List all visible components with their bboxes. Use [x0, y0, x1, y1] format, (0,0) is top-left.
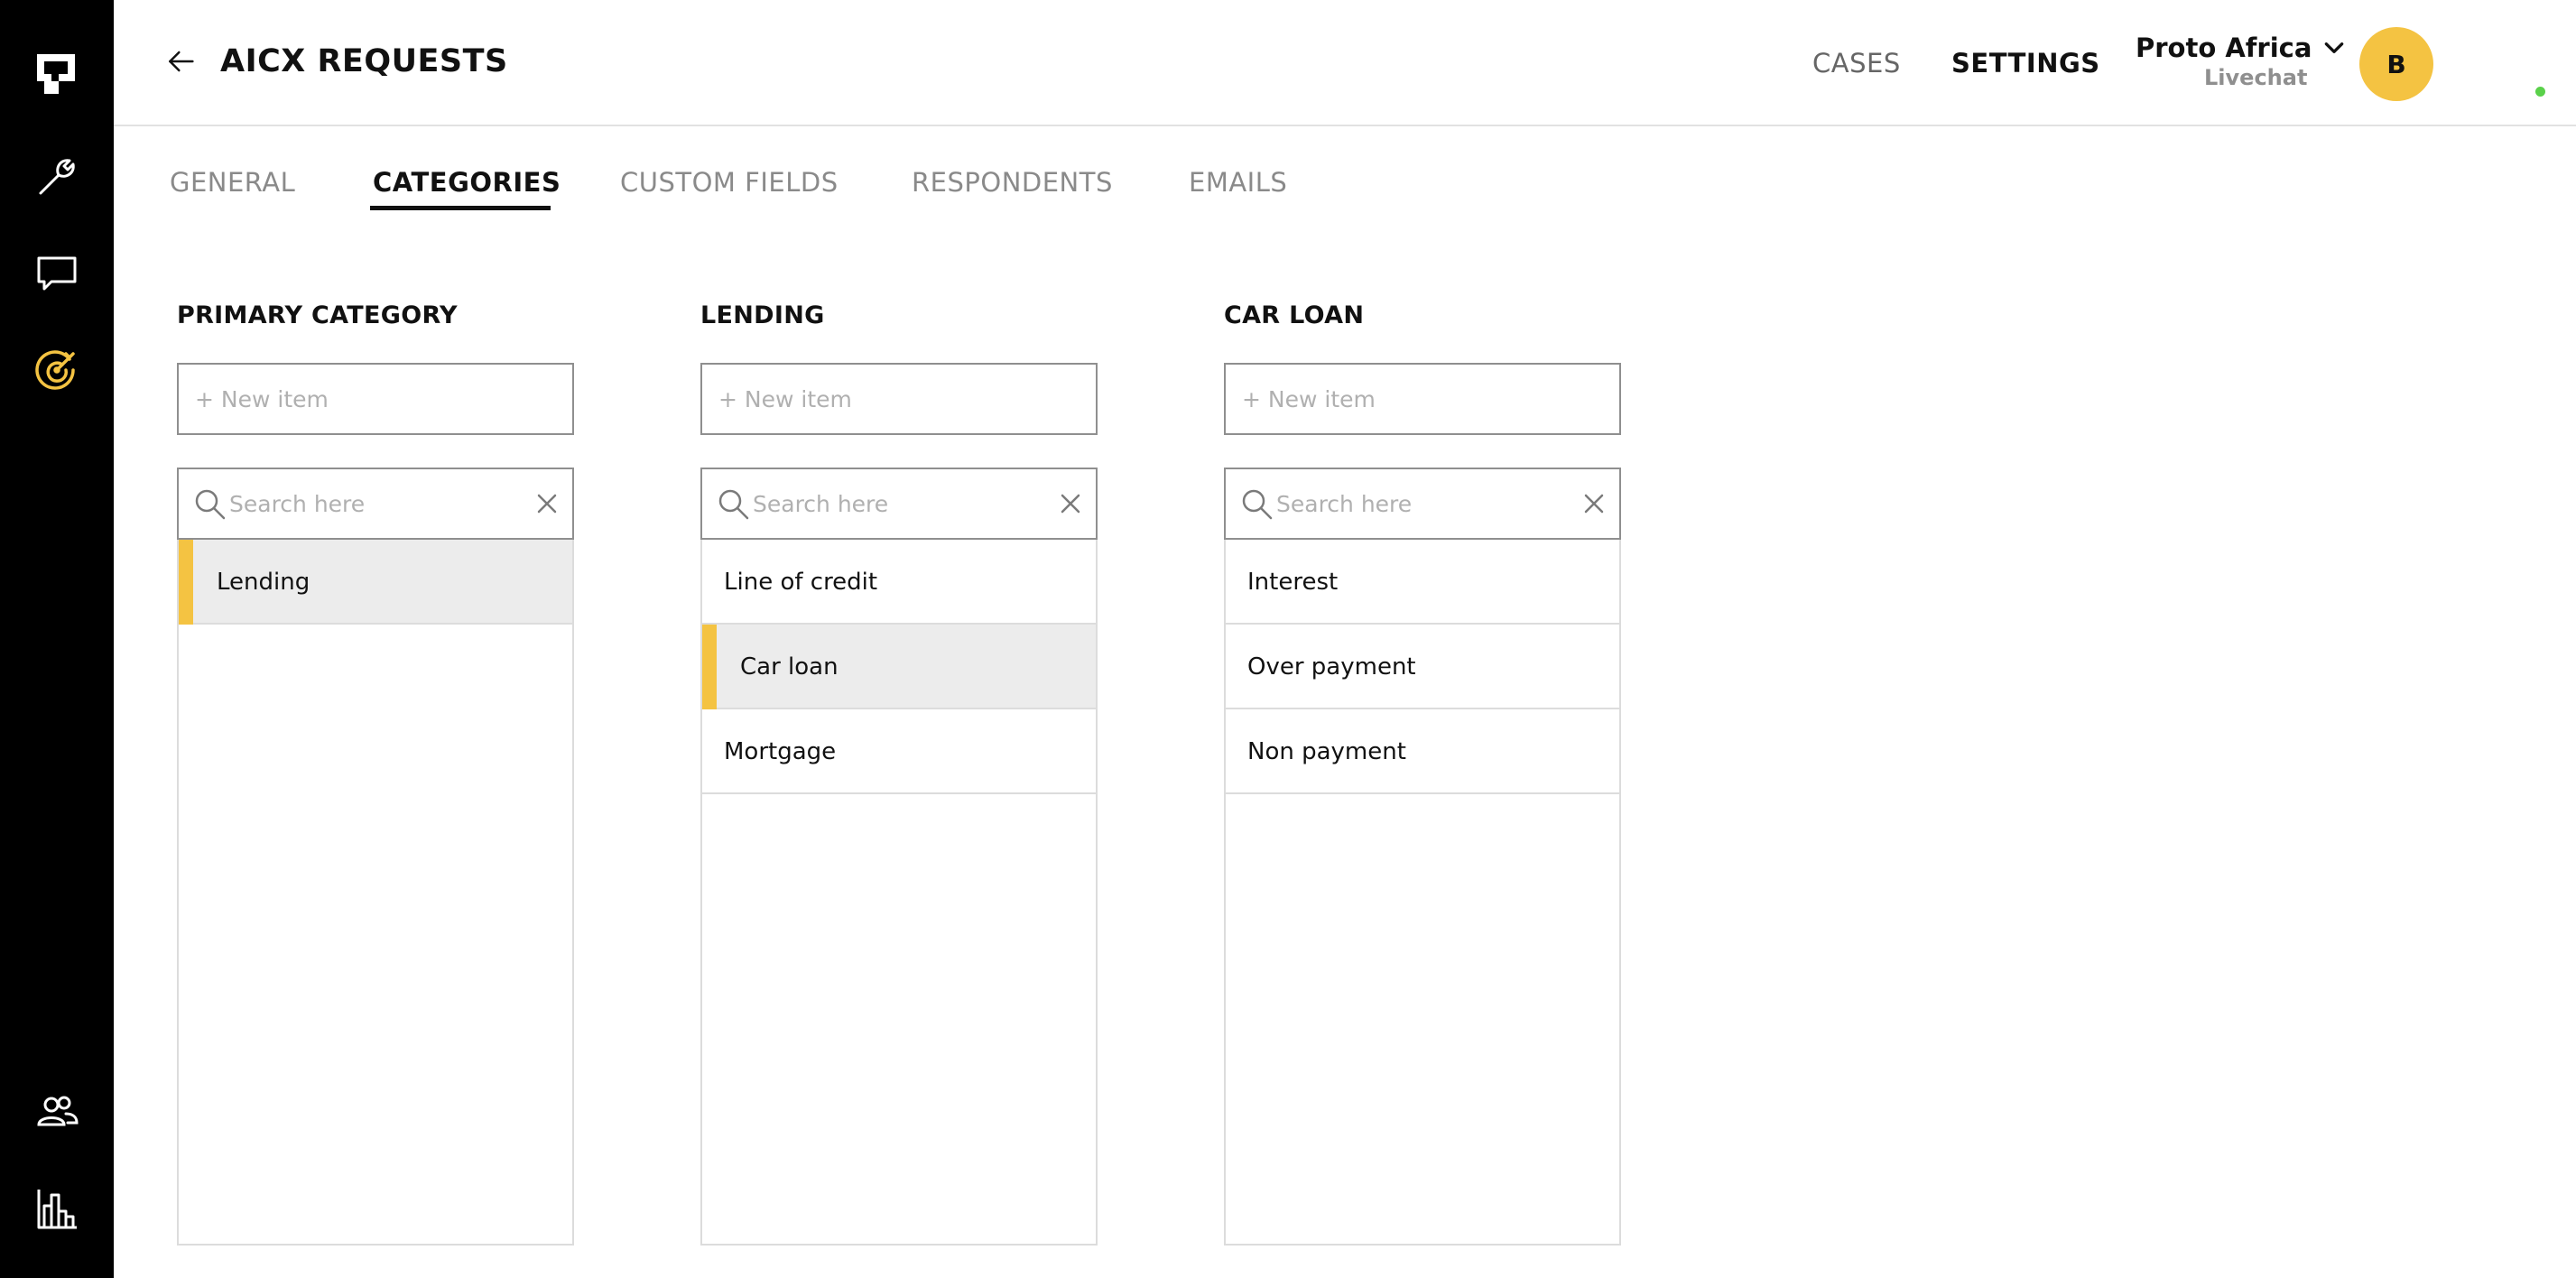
close-icon[interactable]: [533, 489, 561, 518]
column-title: LENDING: [700, 301, 825, 329]
list-item[interactable]: Car loan: [702, 625, 1096, 709]
close-icon[interactable]: [1580, 489, 1608, 518]
left-rail: [0, 0, 114, 1278]
category-column-car-loan: CAR LOAN Interest Over payment Non payme…: [1224, 301, 1621, 1246]
tab-emails[interactable]: EMAILS: [1189, 166, 1287, 199]
close-icon[interactable]: [1056, 489, 1085, 518]
wrench-icon[interactable]: [30, 150, 84, 204]
category-column-primary: PRIMARY CATEGORY Lending: [177, 301, 574, 1246]
search-icon: [718, 489, 749, 520]
list-item[interactable]: Line of credit: [702, 540, 1096, 625]
category-list: Line of credit Car loan Mortgage: [700, 468, 1098, 1246]
new-item-input[interactable]: [177, 363, 574, 435]
column-title: PRIMARY CATEGORY: [177, 301, 458, 329]
nav-settings[interactable]: SETTINGS: [1951, 47, 2100, 79]
search-icon: [195, 489, 226, 520]
new-item-input[interactable]: [1224, 363, 1621, 435]
account-subtitle: Livechat: [2204, 65, 2308, 90]
search-field: [1224, 468, 1621, 540]
list-item[interactable]: Interest: [1226, 540, 1619, 625]
new-item-input[interactable]: [700, 363, 1098, 435]
online-status-dot: [2533, 84, 2548, 99]
account-name: Proto Africa: [2136, 32, 2312, 63]
category-list: Lending: [177, 468, 574, 1246]
chat-bubble-icon[interactable]: [30, 247, 84, 301]
search-icon: [1242, 489, 1273, 520]
list-item[interactable]: Mortgage: [702, 709, 1096, 794]
category-list: Interest Over payment Non payment: [1224, 468, 1621, 1246]
search-field: [177, 468, 574, 540]
account-switcher[interactable]: Proto Africa Livechat: [2136, 31, 2346, 90]
users-icon[interactable]: [30, 1085, 84, 1139]
nav-cases[interactable]: CASES: [1812, 47, 1901, 79]
target-icon[interactable]: [30, 343, 84, 397]
avatar[interactable]: B: [2359, 27, 2433, 101]
active-tab-indicator: [370, 206, 551, 210]
search-input[interactable]: [229, 484, 518, 523]
bar-chart-icon[interactable]: [30, 1182, 84, 1236]
logo-icon[interactable]: [30, 47, 84, 101]
back-arrow-icon[interactable]: [159, 40, 202, 83]
search-input[interactable]: [753, 484, 1042, 523]
list-item[interactable]: Over payment: [1226, 625, 1619, 709]
tab-categories[interactable]: CATEGORIES: [373, 166, 561, 199]
tab-respondents[interactable]: RESPONDENTS: [912, 166, 1113, 199]
list-item[interactable]: Lending: [179, 540, 572, 625]
column-title: CAR LOAN: [1224, 301, 1365, 329]
tab-general[interactable]: GENERAL: [170, 166, 295, 199]
search-input[interactable]: [1276, 484, 1565, 523]
chevron-down-icon: [2325, 42, 2344, 53]
search-field: [700, 468, 1098, 540]
page-title: AICX REQUESTS: [220, 43, 508, 79]
tab-custom-fields[interactable]: CUSTOM FIELDS: [620, 166, 839, 199]
list-item[interactable]: Non payment: [1226, 709, 1619, 794]
category-column-lending: LENDING Line of credit Car loan Mortgage: [700, 301, 1098, 1246]
